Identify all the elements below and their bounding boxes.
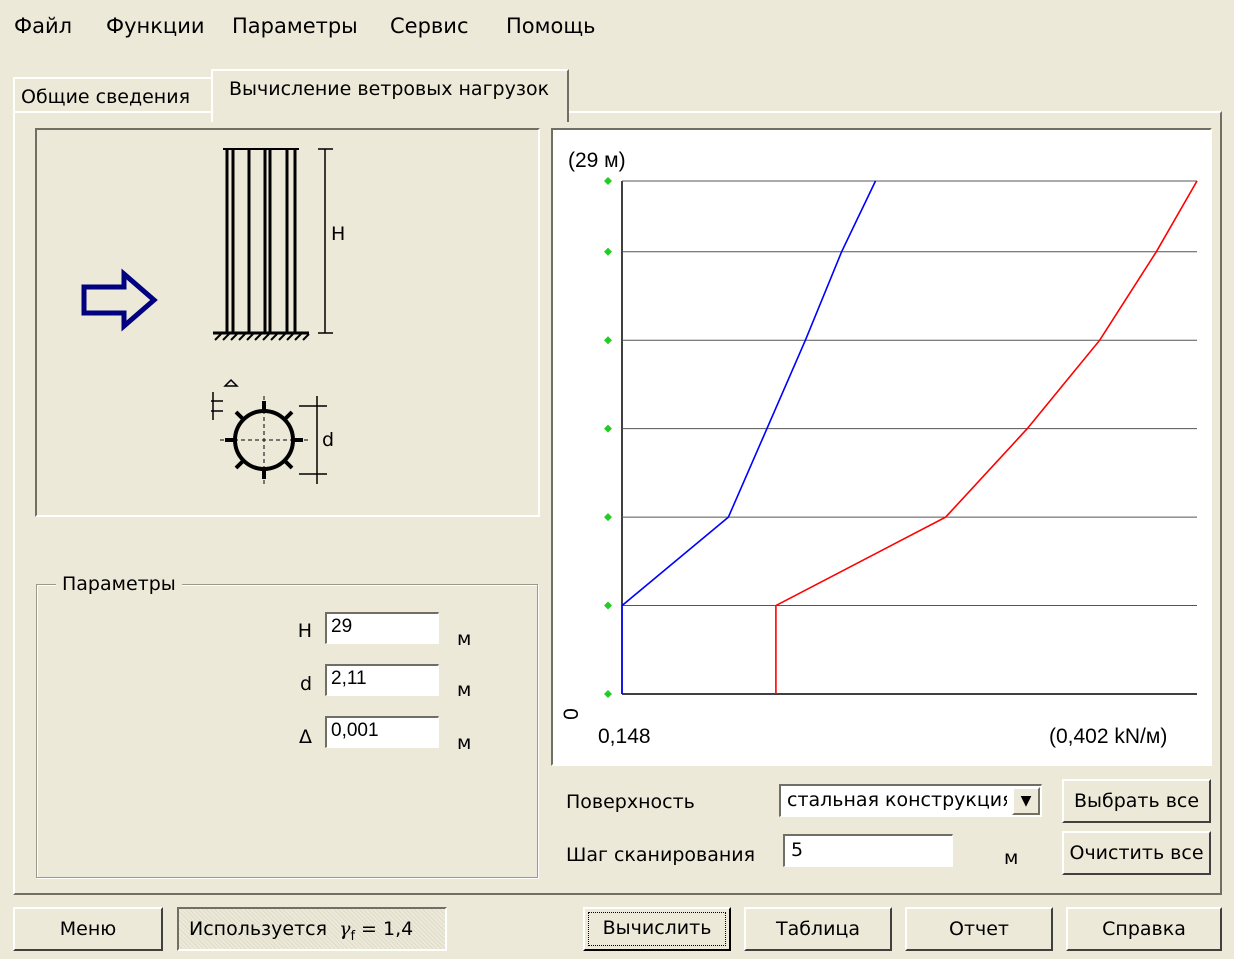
compute-button[interactable]: Вычислить [583,907,731,951]
status-value: = 1,4 [355,918,414,940]
wind-arrow-icon [81,268,158,332]
report-button[interactable]: Отчет [905,907,1053,951]
scan-step-label: Шаг сканирования [566,844,756,866]
structure-schematic [81,148,333,484]
surface-select[interactable]: стальная конструкция ▼ [779,784,1042,817]
diameter-label: d [322,429,335,451]
grid-marker [604,247,612,256]
cross-section-icon [211,378,327,484]
column-elevation-icon [213,148,333,341]
scan-step-input[interactable]: 5 [783,834,953,867]
wind-load-chart [604,177,1198,698]
grid-marker [604,424,612,433]
menu-file[interactable]: Файл [8,14,78,38]
param-h-input[interactable]: 29 [325,612,439,644]
status-indicator: Используется γf = 1,4 [177,907,447,951]
surface-label: Поверхность [566,791,695,813]
param-d-input[interactable]: 2,11 [325,664,439,696]
param-delta-input[interactable]: 0,001 [325,716,439,748]
menu-help[interactable]: Помощь [500,14,602,38]
grid-marker [604,690,612,698]
table-button[interactable]: Таблица [744,907,892,951]
menu-button[interactable]: Меню [13,907,163,951]
status-prefix: Используется [189,918,328,940]
menu-bar: Файл Функции Параметры Сервис Помощь [0,0,1234,52]
clear-all-button[interactable]: Очистить все [1062,831,1211,875]
grid-marker [604,177,612,185]
param-d-label: d [299,673,312,695]
menu-functions[interactable]: Функции [100,14,211,38]
scan-step-unit: м [1004,847,1019,869]
grid-marker [604,513,612,522]
chart-x-min-label: 0,148 [598,725,651,748]
param-h-unit: м [457,628,472,650]
status-gamma: γ [339,918,351,940]
param-delta-unit: м [457,732,472,754]
select-all-button[interactable]: Выбрать все [1062,779,1211,823]
grid-marker [604,336,612,345]
height-label: H [331,223,346,245]
chart-y-top-label: (29 м) [568,149,626,172]
param-d-unit: м [457,679,472,701]
chart-y-zero-label: 0 [559,708,583,720]
param-h-label: H [297,620,312,642]
chevron-down-icon[interactable]: ▼ [1012,787,1040,815]
tab-wind-loads[interactable]: Вычисление ветровых нагрузок [211,69,569,122]
parameters-legend: Параметры [56,572,182,596]
chart-x-max-label: (0,402 kN/м) [1049,725,1168,748]
series-line-1 [621,180,877,694]
surface-select-value: стальная конструкция [787,789,1007,811]
param-delta-label: Δ [299,726,312,748]
schematic-panel: H d [35,128,540,517]
grid-marker [604,601,612,610]
menu-parameters[interactable]: Параметры [226,14,364,38]
menu-service[interactable]: Сервис [384,14,474,38]
help-button[interactable]: Справка [1066,907,1222,951]
